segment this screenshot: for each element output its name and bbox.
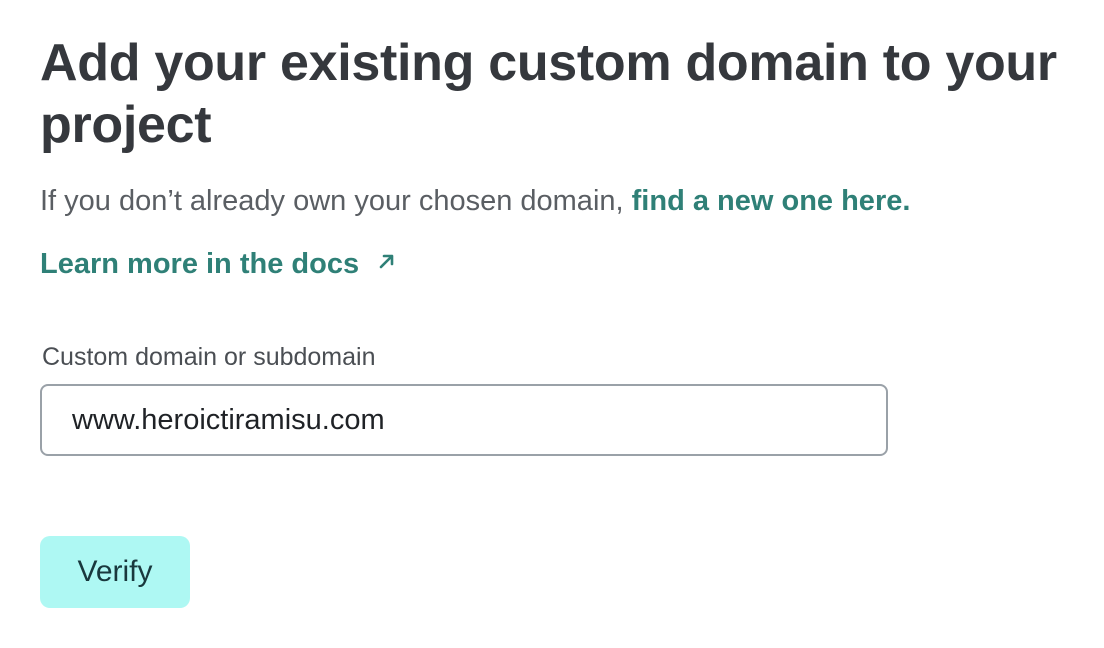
- find-new-domain-link[interactable]: find a new one here.: [632, 185, 911, 217]
- add-domain-page: Add your existing custom domain to your …: [0, 0, 1104, 648]
- custom-domain-input[interactable]: [40, 384, 888, 456]
- learn-more-docs-link[interactable]: Learn more in the docs: [40, 245, 397, 283]
- intro-text-body: If you don’t already own your chosen dom…: [40, 185, 632, 217]
- learn-more-docs-label: Learn more in the docs: [40, 248, 360, 280]
- verify-button[interactable]: Verify: [40, 536, 190, 608]
- arrow-up-right-icon: [379, 254, 394, 269]
- page-title: Add your existing custom domain to your …: [40, 34, 1057, 154]
- intro-text: If you don’t already own your chosen dom…: [40, 182, 910, 220]
- domain-field-label: Custom domain or subdomain: [42, 343, 376, 371]
